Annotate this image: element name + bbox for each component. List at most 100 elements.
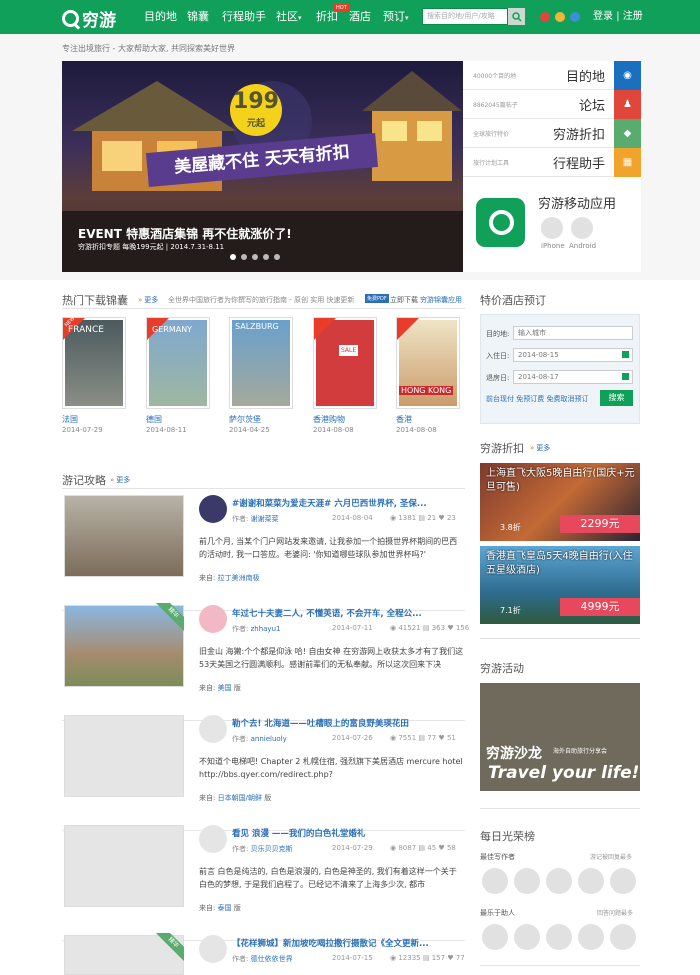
hotel-search-button[interactable]: 搜索 — [600, 390, 633, 406]
travelogue-post[interactable]: 勒个去! 北海道——吐槽眼上的富良野美瑛花田 作者: annieluoly 20… — [62, 715, 465, 831]
avatar[interactable] — [578, 924, 604, 950]
source-link[interactable]: 美国 — [218, 684, 232, 692]
nav-trip-planner[interactable]: 行程助手 — [222, 0, 266, 34]
guide-book-hongkong[interactable] — [396, 317, 460, 409]
weibo-alt-icon[interactable] — [555, 12, 565, 22]
android-icon[interactable] — [571, 217, 593, 239]
guides-app-link[interactable]: 穷游锦囊应用 — [420, 295, 462, 305]
avatar[interactable] — [514, 924, 540, 950]
deal-discount: 3.8折 — [500, 523, 521, 532]
hotel-benefits[interactable]: 前台现付 免预订费 免费取消预订 — [486, 394, 588, 404]
avatar[interactable] — [199, 825, 227, 853]
avatar[interactable] — [199, 495, 227, 523]
guide-name[interactable]: 香港 — [396, 414, 412, 425]
checkout-field[interactable]: 2014-08-17 — [513, 370, 633, 384]
eye-icon: ◉ — [390, 734, 397, 742]
apple-icon[interactable] — [541, 217, 563, 239]
guide-name[interactable]: 香港购物 — [313, 414, 345, 425]
travelogue-post[interactable]: 看见 浪漫 ——我们的白色礼堂婚礼 作者: 贝乐贝贝克斯 2014-07-29 … — [62, 825, 465, 941]
mobile-app-title[interactable]: 穷游移动应用 — [538, 193, 616, 212]
quick-link-destination[interactable]: 40000个目的地 目的地 ◉ — [463, 61, 641, 90]
checkin-value: 2014-08-15 — [518, 351, 559, 359]
post-photo[interactable] — [64, 495, 184, 577]
quick-link-planner[interactable]: 旅行计划工具 行程助手 ▦ — [463, 148, 641, 177]
author-link[interactable]: zhhayu1 — [251, 625, 281, 633]
source-link[interactable]: 拉丁美洲南极 — [218, 574, 260, 582]
nav-hotel[interactable]: 酒店 — [349, 0, 371, 34]
author-link[interactable]: 德仕依依世界 — [251, 955, 293, 963]
author-link[interactable]: annieluoly — [251, 735, 287, 743]
download-now-link[interactable]: 立即下载 — [390, 295, 418, 305]
avatar[interactable] — [482, 868, 508, 894]
avatar[interactable] — [546, 868, 572, 894]
register-link[interactable]: 注册 — [623, 11, 643, 22]
carousel-dot[interactable] — [241, 254, 247, 260]
deal-card[interactable]: 上海直飞大阪5晚自由行(国庆+元旦可售) 3.8折 2299元 — [480, 463, 640, 541]
search-button[interactable] — [508, 8, 525, 25]
hero-event-title[interactable]: EVENT 特惠酒店集锦 再不住就涨价了! — [78, 225, 292, 242]
login-link[interactable]: 登录 — [593, 11, 613, 22]
search-input[interactable]: 搜索目的地/用户/攻略 — [422, 8, 508, 25]
chevron-down-icon: ▾ — [298, 14, 302, 22]
avatar[interactable] — [482, 924, 508, 950]
avatar[interactable] — [199, 605, 227, 633]
divider — [62, 488, 465, 489]
checkin-field[interactable]: 2014-08-15 — [513, 348, 633, 362]
source-link[interactable]: 日本朝国/朝鲜 — [218, 794, 262, 802]
app-icon[interactable] — [476, 198, 525, 247]
deals-more-link[interactable]: 更多 — [530, 443, 550, 453]
author-link[interactable]: 谢谢菜菜 — [251, 515, 279, 523]
travelogue-post[interactable]: 精华 【花样狮城】新加坡吃喝拉撒行摄散记《全文更新... 作者: 德仕依依世界 … — [62, 933, 465, 975]
guide-name[interactable]: 法国 — [62, 414, 78, 425]
avatar[interactable] — [199, 935, 227, 963]
avatar[interactable] — [514, 868, 540, 894]
carousel-dot[interactable] — [230, 254, 236, 260]
source-link[interactable]: 泰国 — [218, 904, 232, 912]
post-date: 2014-07-11 — [332, 624, 373, 632]
qq-icon[interactable] — [570, 12, 580, 22]
guides-more-link[interactable]: 更多 — [138, 295, 158, 305]
avatar[interactable] — [578, 868, 604, 894]
avatar[interactable] — [610, 924, 636, 950]
post-stats: ◉ 12335 ▤ 157 ♥ 77 — [390, 954, 465, 962]
destination-field[interactable]: 输入城市 — [513, 326, 633, 340]
avatar[interactable] — [199, 715, 227, 743]
deal-title: 上海直飞大阪5晚自由行(国庆+元旦可售) — [486, 468, 635, 493]
post-photo[interactable] — [64, 715, 184, 797]
avatar[interactable] — [546, 924, 572, 950]
post-title[interactable]: #谢谢和菜菜为爱走天涯# 六月巴西世界杯, 圣保... — [232, 497, 427, 509]
nav-booking[interactable]: 预订▾ — [383, 0, 409, 34]
post-title[interactable]: 【花样狮城】新加坡吃喝拉撒行摄散记《全文更新... — [232, 937, 429, 949]
weibo-icon[interactable] — [540, 12, 550, 22]
heart-icon: ♥ — [438, 844, 445, 852]
nav-destination[interactable]: 目的地 — [144, 0, 177, 34]
guide-name[interactable]: 萨尔茨堡 — [229, 414, 261, 425]
post-photo[interactable] — [64, 825, 184, 907]
travelogue-post[interactable]: 精华 年过七十夫妻二人, 不懂英语, 不会开车, 全程公... 作者: zhha… — [62, 603, 469, 721]
avatar[interactable] — [610, 868, 636, 894]
carousel-dot[interactable] — [252, 254, 258, 260]
quick-link-forum[interactable]: 8862045篇帖子 论坛 ♟ — [463, 90, 641, 119]
travelogue-more-link[interactable]: 更多 — [110, 475, 130, 485]
source-label: 来自: — [199, 684, 216, 692]
guide-book-hongkong-shopping[interactable] — [313, 317, 377, 409]
post-title[interactable]: 勒个去! 北海道——吐槽眼上的富良野美瑛花田 — [232, 717, 409, 729]
cover-title: SALE — [339, 345, 359, 356]
quick-link-desc: 旅行计划工具 — [473, 160, 510, 167]
calendar-icon[interactable] — [622, 373, 629, 380]
activity-banner[interactable]: 穷游沙龙 海外自助旅行分享会 Travel your life! — [480, 683, 640, 791]
quick-link-discount[interactable]: 全球旅行特价 穷游折扣 ◆ — [463, 119, 641, 148]
calendar-icon[interactable] — [622, 351, 629, 358]
guide-name[interactable]: 德国 — [146, 414, 162, 425]
carousel-dot[interactable] — [263, 254, 269, 260]
nav-community[interactable]: 社区▾ — [276, 0, 302, 34]
deal-card[interactable]: 香港直飞皇岛5天4晚自由行(入住五星级酒店) 7.1折 4999元 — [480, 546, 640, 624]
qyer-logo[interactable]: 穷游 — [62, 6, 116, 31]
post-title[interactable]: 年过七十夫妻二人, 不懂英语, 不会开车, 全程公... — [232, 607, 422, 619]
author-link[interactable]: 贝乐贝贝克斯 — [251, 845, 293, 853]
post-title[interactable]: 看见 浪漫 ——我们的白色礼堂婚礼 — [232, 827, 365, 839]
nav-guides[interactable]: 锦囊 — [187, 0, 209, 34]
deals-section-title: 穷游折扣 — [480, 442, 524, 455]
travelogue-post[interactable]: #谢谢和菜菜为爱走天涯# 六月巴西世界杯, 圣保... 作者: 谢谢菜菜 201… — [62, 495, 465, 611]
carousel-dot[interactable] — [274, 254, 280, 260]
